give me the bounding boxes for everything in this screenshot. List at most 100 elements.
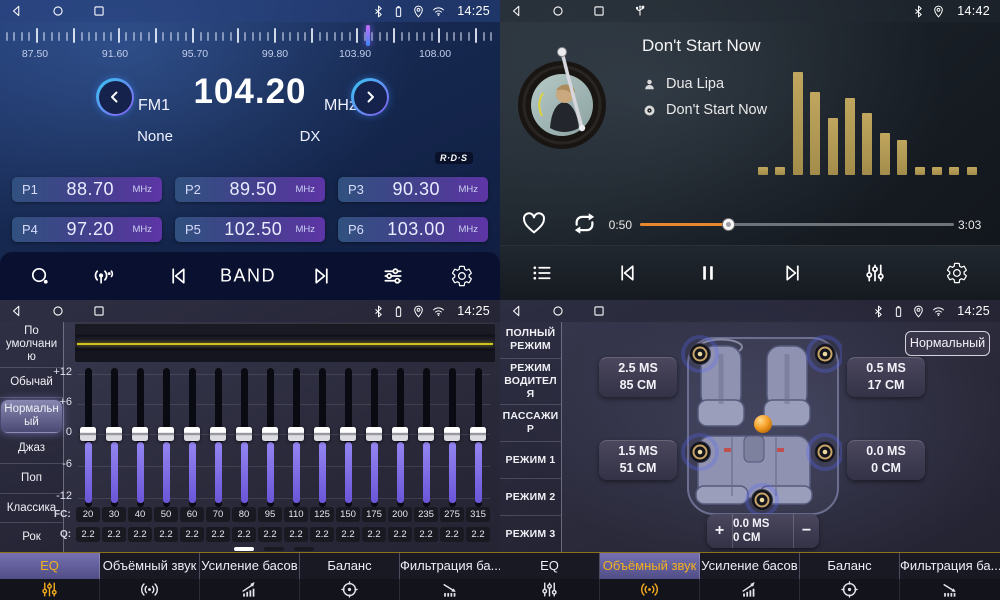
eq-band-slider[interactable]: [366, 364, 382, 510]
sound-mode-item[interactable]: РЕЖИМ 2: [500, 479, 561, 516]
home-icon[interactable]: [51, 304, 65, 318]
rear-right-delay[interactable]: 0.0 MS 0 CM: [847, 440, 925, 480]
delay-plus-button[interactable]: +: [707, 514, 733, 548]
home-icon[interactable]: [551, 304, 565, 318]
eq-band-slider[interactable]: [392, 364, 408, 510]
eq-band-slider[interactable]: [288, 364, 304, 510]
slider-thumb[interactable]: [210, 427, 226, 441]
preset-button-p5[interactable]: P5102.50MHz: [175, 217, 325, 242]
front-left-delay[interactable]: 2.5 MS 85 CM: [599, 357, 677, 397]
listener-position-dot[interactable]: [754, 415, 772, 433]
eq-band-slider[interactable]: [418, 364, 434, 510]
eq-band-slider[interactable]: [444, 364, 460, 510]
search-icon[interactable]: [29, 265, 52, 288]
slider-thumb[interactable]: [262, 427, 278, 441]
tune-up-button[interactable]: [351, 78, 389, 116]
slider-thumb[interactable]: [470, 427, 486, 441]
sound-mode-item[interactable]: ПАССАЖИР: [500, 405, 561, 442]
rear-left-delay[interactable]: 1.5 MS 51 CM: [599, 440, 677, 480]
eq-band-slider[interactable]: [340, 364, 356, 510]
favorite-heart-icon[interactable]: [520, 209, 548, 237]
slider-thumb[interactable]: [80, 427, 96, 441]
back-icon[interactable]: [10, 4, 24, 18]
preset-button-p4[interactable]: P497.20MHz: [12, 217, 162, 242]
eq-band-slider[interactable]: [470, 364, 486, 510]
recents-icon[interactable]: [92, 304, 106, 318]
fc-value: 175: [362, 507, 386, 522]
slider-thumb[interactable]: [444, 427, 460, 441]
sound-mode-item[interactable]: РЕЖИМ 3: [500, 516, 561, 552]
recents-icon[interactable]: [92, 4, 106, 18]
tab-filter[interactable]: Фильтрация ба...: [400, 553, 500, 600]
eq-band-slider[interactable]: [106, 364, 122, 510]
sliders-vertical-icon[interactable]: [864, 262, 887, 285]
tune-down-button[interactable]: [96, 78, 134, 116]
slider-thumb[interactable]: [288, 427, 304, 441]
preset-button-p6[interactable]: P6103.00MHz: [338, 217, 488, 242]
previous-icon[interactable]: [616, 262, 639, 285]
sliders-horizontal-icon[interactable]: [382, 265, 405, 288]
preset-button-p3[interactable]: P390.30MHz: [338, 177, 488, 202]
tab-eq[interactable]: EQ: [500, 553, 600, 600]
slider-thumb[interactable]: [158, 427, 174, 441]
tab-filter[interactable]: Фильтрация ба...: [900, 553, 1000, 600]
next-icon[interactable]: [311, 265, 334, 288]
back-icon[interactable]: [10, 304, 24, 318]
tab-balance[interactable]: Баланс: [300, 553, 400, 600]
eq-band-slider[interactable]: [132, 364, 148, 510]
slider-thumb[interactable]: [340, 427, 356, 441]
recents-icon[interactable]: [592, 4, 606, 18]
tab-bass[interactable]: Усиление басов: [200, 553, 300, 600]
eq-band-slider[interactable]: [184, 364, 200, 510]
preset-button-p2[interactable]: P289.50MHz: [175, 177, 325, 202]
recents-icon[interactable]: [592, 304, 606, 318]
ruler-tick: [319, 32, 321, 41]
eq-preset-item[interactable]: По умолчанию: [0, 322, 63, 368]
slider-thumb[interactable]: [132, 427, 148, 441]
progress-bar[interactable]: [640, 223, 954, 226]
previous-icon[interactable]: [167, 265, 190, 288]
front-right-delay[interactable]: 0.5 MS 17 CM: [847, 357, 925, 397]
slider-thumb[interactable]: [314, 427, 330, 441]
pause-icon[interactable]: [697, 262, 720, 285]
eq-band-slider[interactable]: [210, 364, 226, 510]
back-icon[interactable]: [510, 304, 524, 318]
back-icon[interactable]: [510, 4, 524, 18]
slider-thumb[interactable]: [236, 427, 252, 441]
eq-band-slider[interactable]: [314, 364, 330, 510]
profile-button[interactable]: Нормальный: [905, 331, 990, 356]
gear-icon[interactable]: [451, 265, 474, 288]
gear-icon[interactable]: [946, 262, 969, 285]
delay-minus-button[interactable]: −: [793, 514, 819, 548]
tab-eq[interactable]: EQ: [0, 553, 100, 600]
eq-band-slider[interactable]: [158, 364, 174, 510]
playlist-icon[interactable]: [531, 262, 554, 285]
progress-knob[interactable]: [722, 218, 735, 231]
slider-thumb[interactable]: [106, 427, 122, 441]
home-icon[interactable]: [51, 4, 65, 18]
page-indicator: [294, 547, 314, 551]
home-icon[interactable]: [551, 4, 565, 18]
slider-thumb[interactable]: [184, 427, 200, 441]
eq-preset-item[interactable]: Рок: [0, 523, 63, 552]
tab-bass[interactable]: Усиление басов: [700, 553, 800, 600]
tab-surround[interactable]: Объёмный звук: [100, 553, 200, 600]
slider-thumb[interactable]: [392, 427, 408, 441]
band-button[interactable]: BAND: [220, 266, 276, 287]
tab-balance[interactable]: Баланс: [800, 553, 900, 600]
tuner-ruler[interactable]: 87.5091.6095.7099.80103.90108.00: [0, 24, 500, 64]
preset-button-p1[interactable]: P188.70MHz: [12, 177, 162, 202]
sound-mode-item[interactable]: РЕЖИМ ВОДИТЕЛЯ: [500, 359, 561, 405]
eq-band-slider[interactable]: [236, 364, 252, 510]
ruler-tick: [408, 32, 410, 41]
eq-band-slider[interactable]: [262, 364, 278, 510]
eq-band-slider[interactable]: [80, 364, 96, 510]
scale-label: 99.80: [255, 48, 295, 60]
slider-thumb[interactable]: [418, 427, 434, 441]
sound-mode-item[interactable]: РЕЖИМ 1: [500, 442, 561, 479]
tab-surround[interactable]: Объёмный звук: [600, 553, 700, 600]
slider-thumb[interactable]: [366, 427, 382, 441]
radio-waves-icon[interactable]: [92, 265, 115, 288]
sound-mode-item[interactable]: ПОЛНЫЙ РЕЖИМ: [500, 322, 561, 359]
next-icon[interactable]: [782, 262, 805, 285]
